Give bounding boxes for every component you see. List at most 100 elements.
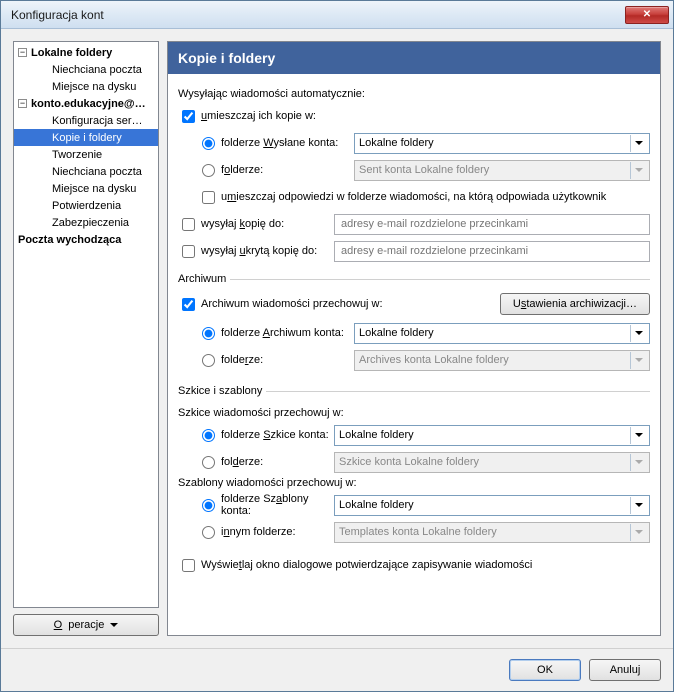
templates-other-row: innym folderze: Templates konta Lokalne … — [178, 520, 650, 544]
tree-item[interactable]: −Lokalne foldery — [14, 44, 158, 61]
tree-item-label: Miejsce na dysku — [52, 81, 136, 93]
account-tree[interactable]: −Lokalne foldery Niechciana poczta Miejsce… — [13, 41, 159, 608]
drafts-other-select: Szkice konta Lokalne foldery — [334, 452, 650, 473]
drafts-folder-radio[interactable] — [202, 429, 215, 442]
drafts-folder-select[interactable]: Lokalne foldery — [334, 425, 650, 446]
templates-folder-row: folderze Szablony konta: Lokalne foldery — [178, 493, 650, 517]
templates-folder-radio[interactable] — [202, 499, 215, 512]
place-replies-checkbox[interactable] — [202, 191, 215, 204]
tree-item-label: Niechciana poczta — [52, 166, 142, 178]
sending-header: Wysyłając wiadomości automatycznie: — [178, 88, 650, 100]
close-icon: ✕ — [643, 9, 651, 20]
bcc-checkbox[interactable] — [182, 245, 195, 258]
archive-other-row: folderze: Archives konta Lokalne foldery — [178, 348, 650, 372]
archive-folder-select[interactable]: Lokalne foldery — [354, 323, 650, 344]
tree-item[interactable]: Miejsce na dysku — [14, 180, 158, 197]
cc-row: wysyłaj kopię do: — [178, 212, 650, 236]
tree-item-label: Kopie i foldery — [52, 132, 122, 144]
account-config-window: Konfiguracja kont ✕ −Lokalne folderyNiec… — [0, 0, 674, 692]
ok-button[interactable]: OK — [509, 659, 581, 681]
tree-item[interactable]: Kopie i foldery — [14, 129, 158, 146]
tree-item-label: Poczta wychodząca — [18, 234, 121, 246]
tree-item-label: Niechciana poczta — [52, 64, 142, 76]
tree-item-label: Konfiguracja ser… — [52, 115, 143, 127]
confirm-dialog-row: Wyświetlaj okno dialogowe potwierdzające… — [178, 553, 650, 577]
place-copies-checkbox[interactable] — [182, 110, 195, 123]
tree-item[interactable]: Konfiguracja ser… — [14, 112, 158, 129]
drafts-fieldset: Szkice i szablony Szkice wiadomości prze… — [178, 385, 650, 547]
sent-folder-radio[interactable] — [202, 137, 215, 150]
drafts-other-row: folderze: Szkice konta Lokalne foldery — [178, 450, 650, 474]
sent-folder-select[interactable]: Lokalne foldery — [354, 133, 650, 154]
dialog-footer: OK Anuluj — [1, 648, 673, 691]
panel-body: Wysyłając wiadomości automatycznie: uumi… — [168, 74, 660, 635]
tree-item-label: Zabezpieczenia — [52, 217, 129, 229]
content-area: −Lokalne folderyNiechciana pocztaMiejsce… — [1, 29, 673, 648]
chevron-down-icon — [630, 497, 647, 514]
tree-item-label: Tworzenie — [52, 149, 102, 161]
archive-keep-label: Archiwum wiadomości przechowuj w: — [201, 298, 383, 310]
drafts-legend: Szkice i szablony — [178, 385, 266, 397]
chevron-down-icon — [630, 135, 647, 152]
tree-item[interactable]: Miejsce na dysku — [14, 78, 158, 95]
bcc-row: wysyłaj ukrytą kopię do: — [178, 239, 650, 263]
confirm-dialog-checkbox[interactable] — [182, 559, 195, 572]
cancel-button[interactable]: Anuluj — [589, 659, 661, 681]
archive-other-label: folderze: — [221, 354, 263, 366]
tree-item-label: Miejsce na dysku — [52, 183, 136, 195]
archive-legend: Archiwum — [178, 273, 230, 285]
drafts-other-label: folderze: — [221, 456, 263, 468]
templates-other-select: Templates konta Lokalne foldery — [334, 522, 650, 543]
cc-label: wysyłaj kopię do: — [201, 218, 284, 230]
templates-folder-select[interactable]: Lokalne foldery — [334, 495, 650, 516]
cc-checkbox[interactable] — [182, 218, 195, 231]
chevron-down-icon — [630, 162, 647, 179]
close-button[interactable]: ✕ — [625, 6, 669, 24]
collapse-icon[interactable]: − — [18, 99, 27, 108]
templates-other-label: innym folderze: — [221, 526, 296, 538]
drafts-other-radio[interactable] — [202, 456, 215, 469]
sent-other-radio[interactable] — [202, 164, 215, 177]
tree-item[interactable]: Niechciana poczta — [14, 61, 158, 78]
tree-item[interactable]: Zabezpieczenia — [14, 214, 158, 231]
tree-item[interactable]: Poczta wychodząca — [14, 231, 158, 248]
place-copies-row: uumieszczaj ich kopie w:mieszczaj ich ko… — [178, 104, 650, 128]
templates-header: Szablony wiadomości przechowuj w: — [178, 477, 650, 489]
sent-folder-row: folderze Wysłane konta: Lokalne foldery — [178, 131, 650, 155]
archive-settings-button[interactable]: Ustawienia archiwizacji… — [500, 293, 650, 315]
operations-label-rest: peracje — [68, 619, 104, 631]
bcc-label: wysyłaj ukrytą kopię do: — [201, 245, 317, 257]
templates-other-radio[interactable] — [202, 526, 215, 539]
tree-item[interactable]: Niechciana poczta — [14, 163, 158, 180]
tree-item[interactable]: −konto.edukacyjne@… — [14, 95, 158, 112]
sent-other-row: folderze: Sent konta Lokalne foldery — [178, 158, 650, 182]
chevron-down-icon — [630, 325, 647, 342]
operations-label-u: O — [54, 619, 63, 631]
window-title: Konfiguracja kont — [11, 8, 625, 22]
drafts-folder-row: folderze Szkice konta: Lokalne foldery — [178, 423, 650, 447]
archive-keep-checkbox[interactable] — [182, 298, 195, 311]
archive-folder-row: folderze Archiwum konta: Lokalne foldery — [178, 321, 650, 345]
operations-button[interactable]: Operacje — [13, 614, 159, 636]
cc-input[interactable] — [334, 214, 650, 235]
collapse-icon[interactable]: − — [18, 48, 27, 57]
chevron-down-icon — [110, 623, 118, 627]
archive-other-radio[interactable] — [202, 354, 215, 367]
archive-folder-label: folderze Archiwum konta: — [221, 327, 344, 339]
chevron-down-icon — [630, 524, 647, 541]
place-replies-row: umieszczaj odpowiedzi w folderze wiadomo… — [178, 185, 650, 209]
templates-folder-label: folderze Szablony konta: — [221, 493, 334, 517]
tree-item-label: Potwierdzenia — [52, 200, 121, 212]
tree-item[interactable]: Tworzenie — [14, 146, 158, 163]
archive-folder-radio[interactable] — [202, 327, 215, 340]
bcc-input[interactable] — [334, 241, 650, 262]
tree-item[interactable]: Potwierdzenia — [14, 197, 158, 214]
archive-other-select: Archives konta Lokalne foldery — [354, 350, 650, 371]
drafts-folder-label: folderze Szkice konta: — [221, 429, 329, 441]
titlebar: Konfiguracja kont ✕ — [1, 1, 673, 29]
place-copies-label: uumieszczaj ich kopie w:mieszczaj ich ko… — [201, 110, 316, 122]
sent-other-select: Sent konta Lokalne foldery — [354, 160, 650, 181]
confirm-dialog-label: Wyświetlaj okno dialogowe potwierdzające… — [201, 559, 532, 571]
settings-panel: Kopie i foldery Wysyłając wiadomości aut… — [167, 41, 661, 636]
tree-item-label: konto.edukacyjne@… — [31, 98, 146, 110]
